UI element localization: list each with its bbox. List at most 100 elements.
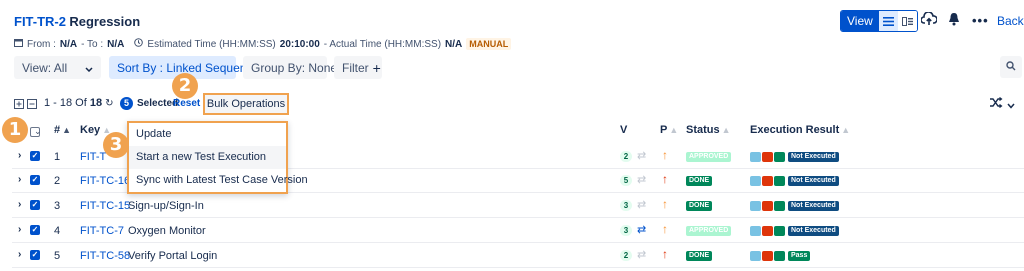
callout-marker: 2 xyxy=(172,73,198,99)
selected-label: Selected xyxy=(137,98,179,109)
cloud-upload-icon[interactable] xyxy=(920,11,938,29)
execution-result-badge: Pass xyxy=(788,251,811,261)
shuffle-icon[interactable] xyxy=(989,97,1003,111)
row-key[interactable]: FIT-TC-15 xyxy=(80,200,130,212)
sort-icon: ▲ xyxy=(721,125,731,135)
view-button[interactable]: View xyxy=(841,11,879,31)
list-view-icon[interactable] xyxy=(878,11,898,31)
collapse-all-icon[interactable] xyxy=(27,98,37,112)
row-checkbox[interactable]: ✓ xyxy=(30,151,40,161)
back-link[interactable]: Back xyxy=(997,14,1024,28)
status-badge: APPROVED xyxy=(686,226,732,236)
row-summary: Sign-up/Sign-In xyxy=(128,200,204,212)
row-number: 4 xyxy=(54,225,61,237)
col-version-header[interactable]: V xyxy=(620,124,627,136)
row-key[interactable]: FIT-TC-16 xyxy=(80,175,130,187)
expand-row-icon[interactable]: › xyxy=(18,174,21,185)
menu-item-update[interactable]: Update xyxy=(129,123,286,146)
menu-item-start-test-execution[interactable]: Start a new Test Execution xyxy=(129,146,286,169)
row-key[interactable]: FIT-TC-7 xyxy=(80,225,124,237)
col-num-header[interactable]: # ▲ xyxy=(54,124,71,136)
to-label: - To : xyxy=(81,38,104,50)
reset-link[interactable]: Reset xyxy=(173,98,200,109)
view-filter-value: View: All xyxy=(22,60,68,75)
row-divider xyxy=(12,217,1024,218)
chevron-down-icon xyxy=(85,61,93,75)
row-checkbox[interactable]: ✓ xyxy=(30,175,40,185)
manual-badge: MANUAL xyxy=(466,38,512,50)
view-filter-select[interactable]: View: All xyxy=(14,56,101,79)
table-row[interactable]: › ✓ 3 FIT-TC-15 Sign-up/Sign-In 3 ⇄ ↑ DO… xyxy=(0,194,1024,218)
callout-marker: 3 xyxy=(103,132,129,158)
status-badge: DONE xyxy=(686,176,713,186)
estimated-time-label: Estimated Time (HH:MM:SS) xyxy=(147,38,276,50)
priority-arrow-up-icon: ↑ xyxy=(662,222,668,236)
actual-time-value: N/A xyxy=(445,38,463,50)
sync-icon[interactable]: ⇄ xyxy=(637,149,646,162)
from-value: N/A xyxy=(59,38,78,50)
test-run-key[interactable]: FIT-TR-2 xyxy=(14,14,66,29)
col-key-header[interactable]: Key ▲ xyxy=(80,124,111,136)
view-toggle: View xyxy=(840,10,918,32)
bulk-operations-button[interactable]: Bulk Operations xyxy=(203,93,289,115)
priority-arrow-high-icon: ↑ xyxy=(662,172,668,186)
detail-view-icon[interactable] xyxy=(897,11,917,31)
sync-icon[interactable]: ⇄ xyxy=(637,248,646,261)
col-priority-header[interactable]: P ▲ xyxy=(660,124,678,136)
test-run-name: Regression xyxy=(69,14,141,29)
calendar-icon xyxy=(14,38,23,50)
table-row[interactable]: › ✓ 5 FIT-TC-58 Verify Portal Login 2 ⇄ … xyxy=(0,244,1024,268)
estimated-time-value: 20:10:00 xyxy=(279,38,320,50)
expand-row-icon[interactable]: › xyxy=(18,199,21,210)
refresh-icon[interactable]: ↻ xyxy=(105,98,113,109)
sync-icon[interactable]: ⇄ xyxy=(637,198,646,211)
row-divider xyxy=(12,267,1024,268)
sync-icon[interactable]: ⇄ xyxy=(637,223,646,236)
callout-marker: 1 xyxy=(2,117,28,143)
search-button[interactable] xyxy=(1000,56,1022,78)
bulk-operations-menu: Update Start a new Test Execution Sync w… xyxy=(127,121,308,194)
bell-icon[interactable] xyxy=(948,12,960,29)
result-square xyxy=(774,201,785,211)
result-square xyxy=(774,152,785,162)
row-key[interactable]: FIT-T xyxy=(80,151,106,163)
group-by-button[interactable]: Group By: None xyxy=(243,56,337,79)
result-square xyxy=(750,176,761,186)
version-badge: 2 xyxy=(620,250,632,261)
row-number: 2 xyxy=(54,175,61,187)
col-status-label: Status xyxy=(686,124,720,136)
more-options-icon[interactable]: ••• xyxy=(972,13,989,28)
row-checkbox[interactable]: ✓ xyxy=(30,250,40,260)
priority-arrow-up-icon: ↑ xyxy=(662,197,668,211)
menu-item-sync-latest-version[interactable]: Sync with Latest Test Case Version xyxy=(129,169,308,192)
result-square xyxy=(750,251,761,261)
filter-label: Filter xyxy=(342,60,369,75)
expand-row-icon[interactable]: › xyxy=(18,150,21,161)
row-key[interactable]: FIT-TC-58 xyxy=(80,250,130,262)
expand-all-icon[interactable] xyxy=(14,98,24,112)
execution-result-badge: Not Executed xyxy=(788,201,839,211)
chevron-down-icon[interactable]: ⌄ xyxy=(34,126,42,137)
execution-result-badge: Not Executed xyxy=(788,176,839,186)
chevron-down-icon[interactable] xyxy=(1007,98,1015,112)
col-result-header[interactable]: Execution Result ▲ xyxy=(750,124,850,136)
col-status-header[interactable]: Status ▲ xyxy=(686,124,731,136)
range-text: 1 - 18 Of xyxy=(44,97,87,109)
filter-button[interactable]: Filter + xyxy=(334,56,382,79)
search-icon xyxy=(1006,60,1016,74)
row-divider xyxy=(12,242,1024,243)
sync-icon[interactable]: ⇄ xyxy=(637,173,646,186)
result-square xyxy=(762,152,773,162)
table-row[interactable]: › ✓ 4 FIT-TC-7 Oxygen Monitor 3 ⇄ ↑ APPR… xyxy=(0,219,1024,243)
expand-row-icon[interactable]: › xyxy=(18,224,21,235)
selected-count-badge: 5 xyxy=(120,97,133,110)
row-summary: Verify Portal Login xyxy=(128,250,218,262)
expand-row-icon[interactable]: › xyxy=(18,249,21,260)
to-value: N/A xyxy=(107,38,125,50)
sort-by-button[interactable]: Sort By : Linked Sequence xyxy=(109,56,259,79)
row-checkbox[interactable]: ✓ xyxy=(30,225,40,235)
row-checkbox[interactable]: ✓ xyxy=(30,200,40,210)
run-meta: From : N/A - To : N/A Estimated Time (HH… xyxy=(14,38,512,50)
result-square xyxy=(774,251,785,261)
version-badge: 3 xyxy=(620,200,632,211)
